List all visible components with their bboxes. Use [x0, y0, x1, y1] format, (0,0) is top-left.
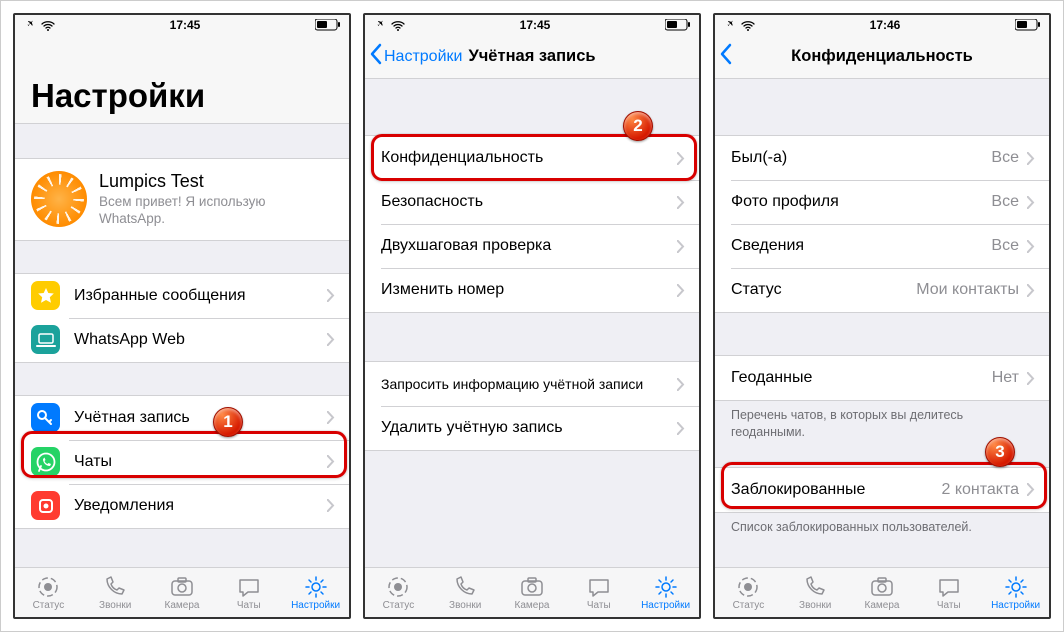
- tab-calls[interactable]: Звонки: [82, 568, 149, 617]
- key-icon: [31, 403, 60, 432]
- status-time: 17:45: [170, 18, 201, 32]
- chevron-right-icon: [327, 333, 335, 346]
- chevron-right-icon: [327, 455, 335, 468]
- wifi-icon: [41, 20, 55, 31]
- nav-bar: Настройки Учётная запись: [365, 35, 699, 79]
- profile-row[interactable]: Lumpics Test Всем привет! Я использую Wh…: [15, 159, 349, 240]
- value-profile-photo: Все: [991, 193, 1019, 211]
- tab-chats[interactable]: Чаты: [915, 568, 982, 617]
- row-account[interactable]: Учётная запись: [15, 396, 349, 440]
- chevron-right-icon: [677, 240, 685, 253]
- tab-settings[interactable]: Настройки: [282, 568, 349, 617]
- row-blocked[interactable]: Заблокированные 2 контакта: [715, 468, 1049, 512]
- battery-icon: [665, 19, 691, 31]
- chevron-left-icon: [719, 43, 732, 70]
- tab-bar: Статус Звонки Камера Чаты Настройки: [365, 567, 699, 617]
- tab-calls[interactable]: Звонки: [782, 568, 849, 617]
- chevron-right-icon: [1027, 240, 1035, 253]
- tab-status[interactable]: Статус: [365, 568, 432, 617]
- row-starred-messages[interactable]: Избранные сообщения: [15, 274, 349, 318]
- chevron-right-icon: [1027, 483, 1035, 496]
- chevron-right-icon: [677, 152, 685, 165]
- chevron-right-icon: [1027, 152, 1035, 165]
- row-change-number[interactable]: Изменить номер: [365, 268, 699, 312]
- row-profile-photo[interactable]: Фото профиля Все: [715, 180, 1049, 224]
- status-bar: 17:45: [15, 15, 349, 35]
- chevron-right-icon: [1027, 284, 1035, 297]
- airplane-mode-icon: [23, 19, 37, 31]
- tab-camera[interactable]: Камера: [149, 568, 216, 617]
- chevron-right-icon: [327, 289, 335, 302]
- notifications-icon: [31, 491, 60, 520]
- row-security[interactable]: Безопасность: [365, 180, 699, 224]
- row-delete-account[interactable]: Удалить учётную запись: [365, 406, 699, 450]
- star-icon: [31, 281, 60, 310]
- chevron-right-icon: [677, 284, 685, 297]
- row-about[interactable]: Сведения Все: [715, 224, 1049, 268]
- status-time: 17:45: [520, 18, 551, 32]
- row-status[interactable]: Статус Мои контакты: [715, 268, 1049, 312]
- value-blocked: 2 контакта: [941, 481, 1019, 499]
- nav-title: Учётная запись: [468, 47, 595, 66]
- airplane-mode-icon: [723, 19, 737, 31]
- status-bar: 17:45: [365, 15, 699, 35]
- whatsapp-icon: [31, 447, 60, 476]
- row-privacy[interactable]: Конфиденциальность: [365, 136, 699, 180]
- row-whatsapp-web[interactable]: WhatsApp Web: [15, 318, 349, 362]
- profile-name: Lumpics Test: [99, 171, 335, 192]
- tab-status[interactable]: Статус: [715, 568, 782, 617]
- profile-status: Всем привет! Я использую WhatsApp.: [99, 194, 335, 228]
- chevron-right-icon: [327, 499, 335, 512]
- value-about: Все: [991, 237, 1019, 255]
- step-badge-1: 1: [213, 407, 243, 437]
- status-time: 17:46: [870, 18, 901, 32]
- screen-privacy: 17:46 Конфиденциальность Был(-а) Все Фот…: [713, 13, 1051, 619]
- tab-settings[interactable]: Настройки: [632, 568, 699, 617]
- footer-blocked: Список заблокированных пользователей.: [715, 513, 1049, 536]
- screen-account: 17:45 Настройки Учётная запись Конфиденц…: [363, 13, 701, 619]
- laptop-icon: [31, 325, 60, 354]
- chevron-right-icon: [677, 196, 685, 209]
- wifi-icon: [741, 20, 755, 31]
- nav-title: Конфиденциальность: [791, 47, 973, 66]
- chevron-right-icon: [1027, 372, 1035, 385]
- tab-chats[interactable]: Чаты: [215, 568, 282, 617]
- row-request-info[interactable]: Запросить информацию учётной записи: [365, 362, 699, 406]
- step-badge-2: 2: [623, 111, 653, 141]
- row-notifications[interactable]: Уведомления: [15, 484, 349, 528]
- page-title: Настройки: [15, 35, 349, 124]
- chevron-right-icon: [1027, 196, 1035, 209]
- tab-calls[interactable]: Звонки: [432, 568, 499, 617]
- row-two-step[interactable]: Двухшаговая проверка: [365, 224, 699, 268]
- tab-bar: Статус Звонки Камера Чаты Настройки: [715, 567, 1049, 617]
- battery-icon: [1015, 19, 1041, 31]
- wifi-icon: [391, 20, 405, 31]
- chevron-right-icon: [677, 422, 685, 435]
- battery-icon: [315, 19, 341, 31]
- tab-bar: Статус Звонки Камера Чаты Настройки: [15, 567, 349, 617]
- step-badge-3: 3: [985, 437, 1015, 467]
- row-chats[interactable]: Чаты: [15, 440, 349, 484]
- screen-settings: 17:45 Настройки Lumpics Test Всем привет…: [13, 13, 351, 619]
- row-last-seen[interactable]: Был(-а) Все: [715, 136, 1049, 180]
- tab-chats[interactable]: Чаты: [565, 568, 632, 617]
- airplane-mode-icon: [373, 19, 387, 31]
- status-bar: 17:46: [715, 15, 1049, 35]
- back-button[interactable]: Настройки: [369, 35, 462, 78]
- value-live-location: Нет: [992, 369, 1019, 387]
- back-button[interactable]: [719, 35, 732, 78]
- row-live-location[interactable]: Геоданные Нет: [715, 356, 1049, 400]
- avatar: [31, 171, 87, 227]
- tab-status[interactable]: Статус: [15, 568, 82, 617]
- tab-camera[interactable]: Камера: [499, 568, 566, 617]
- tab-camera[interactable]: Камера: [849, 568, 916, 617]
- value-last-seen: Все: [991, 149, 1019, 167]
- chevron-right-icon: [327, 411, 335, 424]
- chevron-left-icon: [369, 43, 382, 70]
- chevron-right-icon: [677, 378, 685, 391]
- value-status: Мои контакты: [916, 281, 1019, 299]
- footer-live-location: Перечень чатов, в которых вы делитесь ге…: [715, 401, 1049, 441]
- tab-settings[interactable]: Настройки: [982, 568, 1049, 617]
- nav-bar: Конфиденциальность: [715, 35, 1049, 79]
